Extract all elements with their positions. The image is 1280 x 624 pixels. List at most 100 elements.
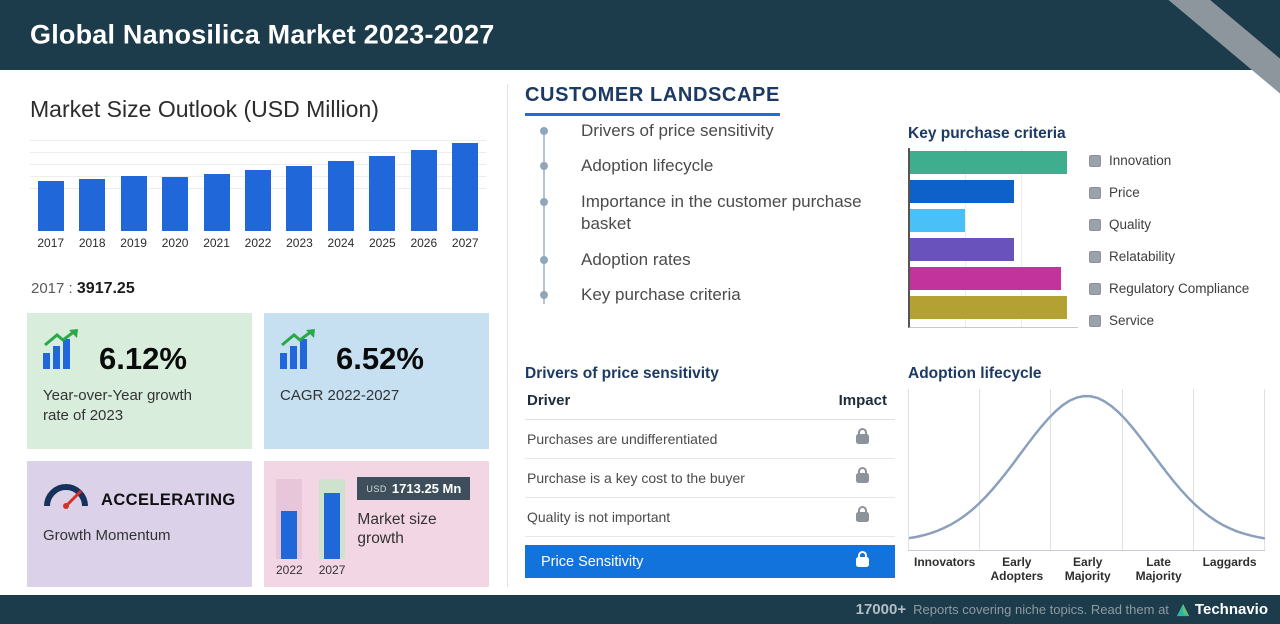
price-sensitivity-table: Driver Impact Purchases are undifferenti… — [525, 388, 895, 578]
driver-label: Purchases are undifferentiated — [527, 431, 717, 447]
legend-marker-icon — [1089, 155, 1101, 167]
year-label: 2021 — [203, 236, 230, 250]
mini-chart-column: 2027 — [319, 479, 346, 577]
speedometer-icon — [43, 477, 89, 514]
market-bar-2026 — [411, 150, 437, 231]
legend-label: Service — [1109, 313, 1154, 328]
impact-column-header: Impact — [839, 392, 887, 409]
growth-momentum-card: ACCELERATING Growth Momentum — [27, 461, 252, 587]
stage-label: Innovators — [908, 556, 981, 584]
market-bars: 2017201820192020202120222023202420252026… — [30, 138, 486, 250]
market-bar-column: 2018 — [71, 138, 112, 250]
market-bar-column: 2021 — [196, 138, 237, 250]
base-year-label: 2017 — [31, 280, 64, 297]
table-header-row: Driver Impact — [525, 388, 895, 420]
yoy-growth-card: 6.12% Year-over-Year growth rate of 2023 — [27, 313, 252, 449]
header-banner: Global Nanosilica Market 2023-2027 — [0, 0, 1280, 70]
legend-item: Quality — [1089, 217, 1249, 232]
market-bar-column: 2019 — [113, 138, 154, 250]
technavio-wordmark: Technavio — [1195, 601, 1268, 618]
landscape-item: Key purchase criteria — [541, 284, 886, 306]
criteria-bar-relatability — [910, 238, 1014, 261]
market-bar-column: 2027 — [445, 138, 486, 250]
legend-label: Quality — [1109, 217, 1151, 232]
legend-label: Innovation — [1109, 153, 1171, 168]
key-purchase-criteria-chart — [908, 148, 1078, 328]
landscape-item: Drivers of price sensitivity — [541, 120, 886, 142]
adoption-lifecycle-title: Adoption lifecycle — [908, 365, 1042, 383]
driver-row: Purchases are undifferentiated — [525, 420, 895, 459]
driver-row: Quality is not important — [525, 498, 895, 537]
market-bar-2019 — [121, 176, 147, 231]
cagr-card: 6.52% CAGR 2022-2027 — [264, 313, 489, 449]
mini-year-label: 2022 — [276, 563, 303, 577]
currency-label: USD — [366, 484, 387, 494]
stage-label: Early Majority — [1052, 556, 1123, 584]
driver-label: Quality is not important — [527, 509, 670, 525]
market-bar-2020 — [162, 177, 188, 231]
lock-icon — [856, 434, 869, 444]
kpi-cards: 6.12% Year-over-Year growth rate of 2023… — [27, 313, 489, 587]
mini-year-label: 2027 — [319, 563, 346, 577]
market-bar-2023 — [286, 166, 312, 231]
momentum-title: ACCELERATING — [101, 491, 236, 514]
mini-chart-column: 2022 — [276, 479, 303, 577]
infographic-page: Global Nanosilica Market 2023-2027 Marke… — [0, 0, 1280, 624]
table-body: Purchases are undifferentiated Purchase i… — [525, 420, 895, 537]
cagr-label: CAGR 2022-2027 — [280, 386, 445, 406]
growth-bars-icon — [280, 329, 324, 374]
market-bar-2021 — [204, 174, 230, 231]
technavio-logo[interactable]: Technavio — [1176, 601, 1268, 618]
lock-icon — [856, 512, 869, 522]
lock-icon — [856, 557, 869, 567]
base-year-value: 3917.25 — [77, 280, 135, 297]
market-bar-2024 — [328, 161, 354, 231]
stage-label: Late Majority — [1123, 556, 1194, 584]
market-size-title: Market Size Outlook (USD Million) — [30, 96, 379, 123]
market-bar-2025 — [369, 156, 395, 231]
key-purchase-criteria-legend: Innovation Price Quality Relatability Regula… — [1089, 153, 1249, 345]
growth-card-label: Market size growth — [357, 510, 469, 549]
market-size-growth-card: 2022 2027 USD 1713.25 Mn Market size gro… — [264, 461, 489, 587]
technavio-logo-icon — [1176, 603, 1190, 617]
footer-text: Reports covering niche topics. Read them… — [913, 602, 1169, 617]
market-bar-column: 2020 — [154, 138, 195, 250]
legend-marker-icon — [1089, 283, 1101, 295]
adoption-stage-labels: InnovatorsEarly AdoptersEarly MajorityLa… — [908, 556, 1265, 584]
landscape-item: Importance in the customer purchase bask… — [541, 191, 886, 236]
price-sensitivity-highlight-row: Price Sensitivity — [525, 545, 895, 578]
legend-item: Relatability — [1089, 249, 1249, 264]
year-label: 2027 — [452, 236, 479, 250]
legend-label: Price — [1109, 185, 1140, 200]
vertical-divider — [507, 84, 508, 587]
base-note-separator: : — [69, 280, 73, 297]
legend-marker-icon — [1089, 315, 1101, 327]
market-bar-column: 2026 — [403, 138, 444, 250]
year-label: 2024 — [328, 236, 355, 250]
market-bar-2022 — [245, 170, 271, 231]
legend-label: Relatability — [1109, 249, 1175, 264]
growth-bars-icon — [43, 329, 87, 374]
drivers-price-sensitivity-title: Drivers of price sensitivity — [525, 365, 719, 383]
adoption-lifecycle-chart — [908, 389, 1265, 551]
mini-bar-2022 — [281, 511, 297, 559]
cagr-value: 6.52% — [336, 343, 424, 374]
stage-label: Early Adopters — [981, 556, 1052, 584]
legend-label: Regulatory Compliance — [1109, 281, 1249, 296]
legend-item: Service — [1089, 313, 1249, 328]
momentum-label: Growth Momentum — [43, 526, 208, 546]
base-year-note: 2017 : 3917.25 — [31, 280, 135, 298]
driver-label: Purchase is a key cost to the buyer — [527, 470, 745, 486]
year-label: 2020 — [162, 236, 189, 250]
corner-ribbon-decoration — [1141, 0, 1280, 103]
market-bar-column: 2023 — [279, 138, 320, 250]
stage-label: Laggards — [1194, 556, 1265, 584]
year-label: 2026 — [410, 236, 437, 250]
criteria-bar-innovation — [910, 151, 1067, 174]
year-label: 2023 — [286, 236, 313, 250]
footer-banner: 17000+ Reports covering niche topics. Re… — [0, 595, 1280, 624]
legend-item: Regulatory Compliance — [1089, 281, 1249, 296]
bell-curve — [909, 389, 1265, 550]
market-bar-2018 — [79, 179, 105, 231]
criteria-bar-quality — [910, 209, 965, 232]
